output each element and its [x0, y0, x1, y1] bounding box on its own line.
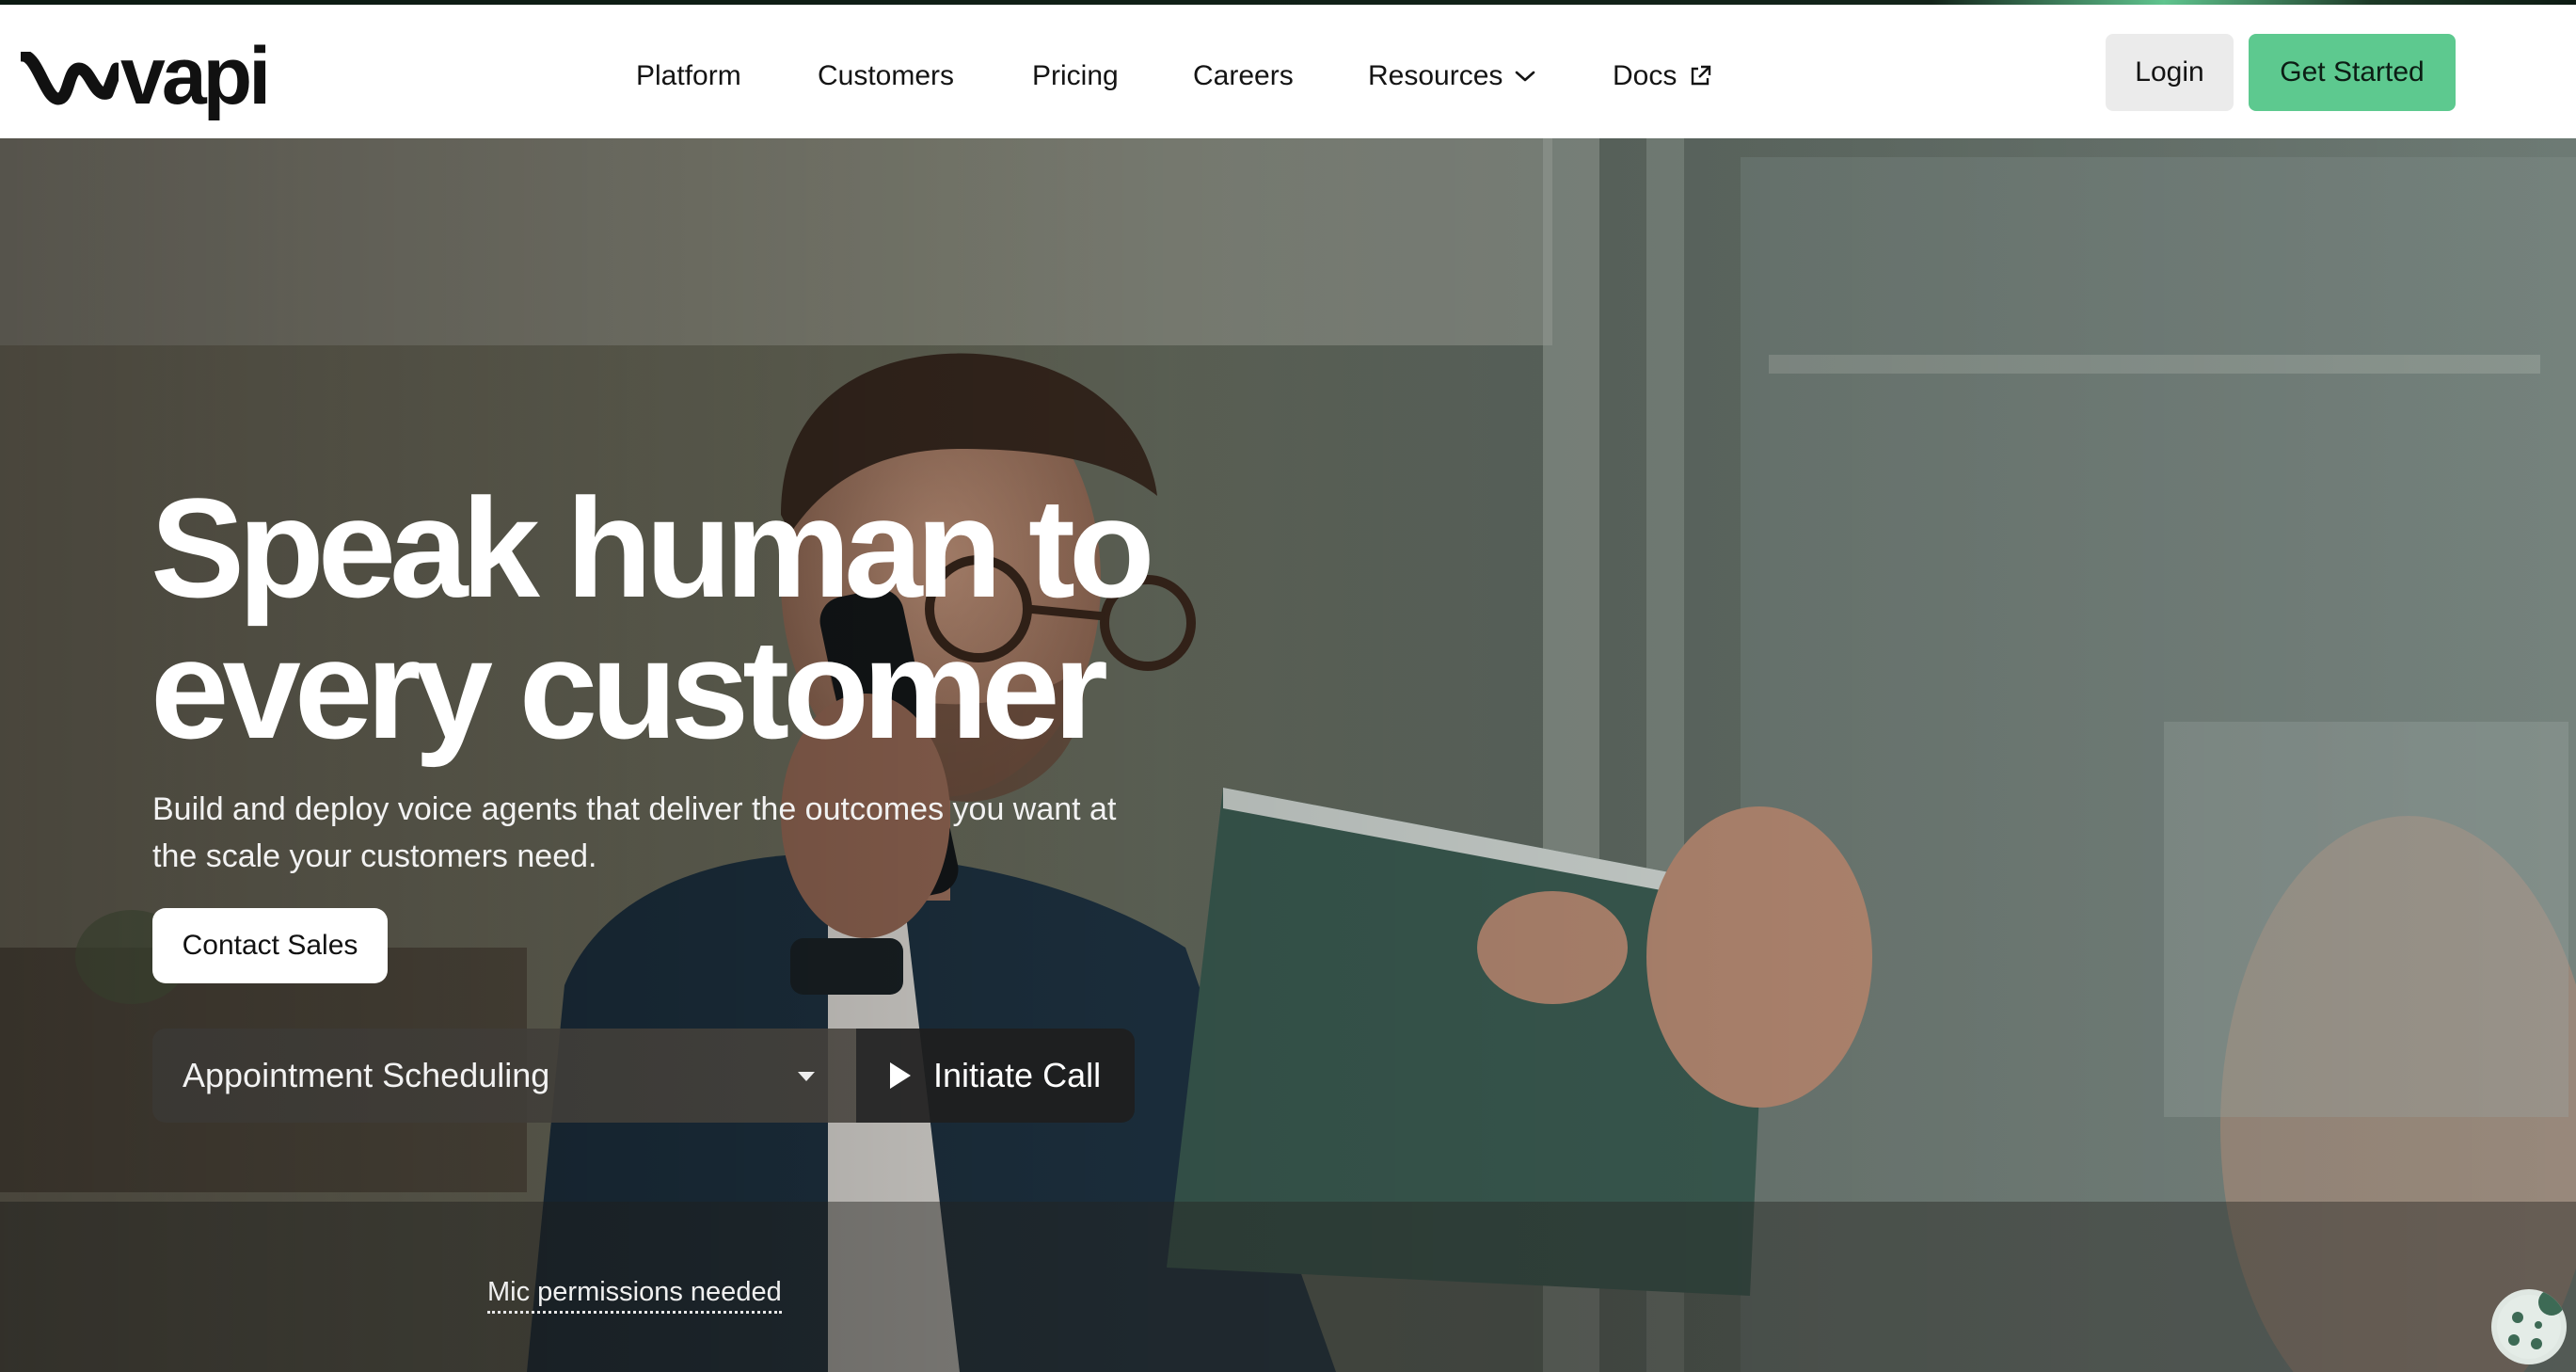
nav-platform[interactable]: Platform [636, 52, 741, 101]
hero-section: Speak human to every customer Build and … [0, 138, 2576, 1372]
nav-careers[interactable]: Careers [1193, 52, 1294, 101]
mic-permissions-link[interactable]: Mic permissions needed [487, 1277, 782, 1314]
initiate-call-label: Initiate Call [933, 1056, 1102, 1094]
initiate-call-button[interactable]: Initiate Call [856, 1029, 1135, 1123]
contact-sales-button[interactable]: Contact Sales [152, 908, 388, 983]
hero-headline: Speak human to every customer [151, 477, 1374, 759]
get-started-button[interactable]: Get Started [2249, 34, 2456, 111]
logo-wordmark: vapi [120, 31, 271, 121]
play-icon [890, 1062, 911, 1089]
nav-pricing-label: Pricing [1032, 60, 1119, 91]
login-button[interactable]: Login [2106, 34, 2234, 111]
external-link-icon [1692, 65, 1711, 86]
vapi-logo[interactable]: vapi [21, 31, 271, 121]
nav-customers-label: Customers [818, 60, 955, 91]
nav-docs-label: Docs [1613, 60, 1678, 91]
site-header: vapi Platform Customers Pricing Careers … [0, 5, 2576, 138]
nav-platform-label: Platform [636, 60, 741, 91]
nav-customers[interactable]: Customers [818, 52, 954, 101]
hero-subtext: Build and deploy voice agents that deliv… [152, 791, 1117, 874]
nav-pricing[interactable]: Pricing [1032, 52, 1119, 101]
cookie-settings-button[interactable] [2491, 1289, 2567, 1364]
cookie-icon [2497, 1289, 2565, 1359]
caret-down-icon [798, 1072, 815, 1081]
use-case-select-value: Appointment Scheduling [183, 1056, 550, 1094]
demo-call-widget: Appointment Scheduling Initiate Call [152, 1029, 1135, 1123]
use-case-select[interactable]: Appointment Scheduling [152, 1029, 856, 1123]
vapi-wave-icon [21, 52, 119, 105]
nav-docs[interactable]: Docs [1613, 52, 1712, 101]
hero-headline-line2: every customer [151, 610, 1108, 768]
chevron-down-icon [1516, 71, 1535, 82]
hero-headline-line1: Speak human to [151, 469, 1155, 627]
nav-careers-label: Careers [1193, 60, 1294, 91]
nav-resources[interactable]: Resources [1368, 52, 1536, 101]
nav-resources-label: Resources [1368, 60, 1503, 91]
